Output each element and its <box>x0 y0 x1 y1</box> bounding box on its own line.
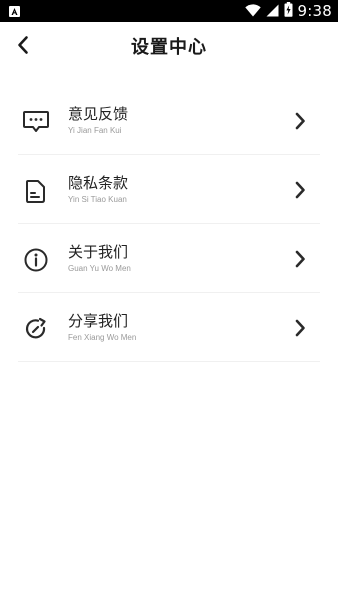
page-title: 设置中心 <box>131 37 207 58</box>
status-right: 9:38 <box>244 1 332 21</box>
header: 设置中心 <box>0 22 338 70</box>
wifi-icon <box>244 2 261 21</box>
signal-icon <box>266 2 279 21</box>
chevron-left-icon <box>16 35 30 59</box>
feedback-chat-icon <box>22 108 50 136</box>
settings-menu-list: 意见反馈 Yi Jian Fan Kui 隐私条款 Yin Si Tiao Ku… <box>18 86 320 362</box>
chevron-right-icon <box>292 179 308 201</box>
menu-item-share[interactable]: 分享我们 Fen Xiang Wo Men <box>18 293 320 362</box>
menu-item-feedback[interactable]: 意见反馈 Yi Jian Fan Kui <box>18 86 320 155</box>
menu-label-about: 关于我们 <box>68 243 129 261</box>
menu-sublabel-feedback: Yi Jian Fan Kui <box>68 126 122 135</box>
status-left <box>9 5 20 17</box>
chevron-right-icon <box>292 317 308 339</box>
document-icon <box>22 177 50 205</box>
menu-sublabel-privacy: Yin Si Tiao Kuan <box>68 195 127 204</box>
menu-sublabel-about: Guan Yu Wo Men <box>68 264 131 273</box>
menu-label-privacy: 隐私条款 <box>68 174 129 192</box>
chevron-right-icon <box>292 248 308 270</box>
info-icon <box>22 246 50 274</box>
menu-label-share: 分享我们 <box>68 312 129 330</box>
a-notification-icon <box>9 5 20 17</box>
battery-charging-icon <box>284 1 293 21</box>
status-bar: 9:38 <box>0 0 338 22</box>
back-button[interactable] <box>10 34 36 60</box>
menu-item-about[interactable]: 关于我们 Guan Yu Wo Men <box>18 224 320 293</box>
menu-item-privacy[interactable]: 隐私条款 Yin Si Tiao Kuan <box>18 155 320 224</box>
menu-label-feedback: 意见反馈 <box>68 105 129 123</box>
chevron-right-icon <box>292 110 308 132</box>
menu-sublabel-share: Fen Xiang Wo Men <box>68 333 137 342</box>
status-time: 9:38 <box>297 2 332 20</box>
share-rotate-icon <box>22 315 50 343</box>
